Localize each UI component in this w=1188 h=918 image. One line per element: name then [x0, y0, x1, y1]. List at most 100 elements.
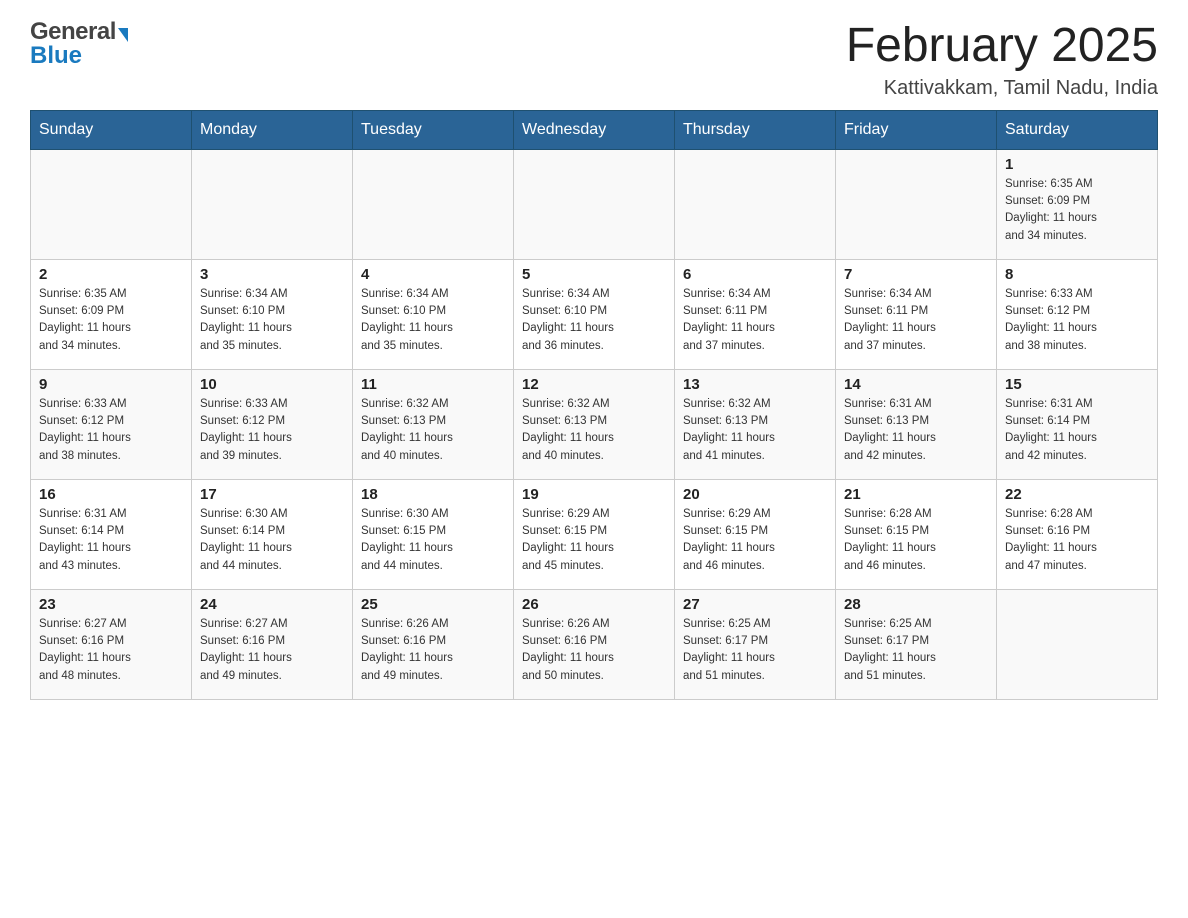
day-cell: 24 Sunrise: 6:27 AMSunset: 6:16 PMDayligh… — [192, 589, 353, 699]
day-number: 25 — [361, 596, 505, 613]
day-cell: 10 Sunrise: 6:33 AMSunset: 6:12 PMDayligh… — [192, 369, 353, 479]
day-info: Sunrise: 6:34 AMSunset: 6:10 PMDaylight:… — [522, 286, 666, 355]
day-info: Sunrise: 6:32 AMSunset: 6:13 PMDaylight:… — [522, 396, 666, 465]
day-cell — [353, 149, 514, 259]
day-cell: 17Sunrise: 6:30 AMSunset: 6:14 PMDayligh… — [192, 479, 353, 589]
day-info: Sunrise: 6:26 AMSunset: 6:16 PMDaylight:… — [522, 616, 666, 685]
day-info: Sunrise: 6:34 AMSunset: 6:10 PMDaylight:… — [361, 286, 505, 355]
day-cell: 25 Sunrise: 6:26 AMSunset: 6:16 PMDayligh… — [353, 589, 514, 699]
day-cell: 8 Sunrise: 6:33 AMSunset: 6:12 PMDaylight… — [997, 259, 1158, 369]
day-info: Sunrise: 6:34 AMSunset: 6:11 PMDaylight:… — [844, 286, 988, 355]
day-cell — [31, 149, 192, 259]
day-info: Sunrise: 6:29 AMSunset: 6:15 PMDaylight:… — [683, 506, 827, 575]
day-number: 27 — [683, 596, 827, 613]
week-row-5: 23 Sunrise: 6:27 AMSunset: 6:16 PMDayligh… — [31, 589, 1158, 699]
weekday-header-saturday: Saturday — [997, 110, 1158, 149]
day-cell: 15Sunrise: 6:31 AMSunset: 6:14 PMDayligh… — [997, 369, 1158, 479]
day-cell: 11Sunrise: 6:32 AMSunset: 6:13 PMDayligh… — [353, 369, 514, 479]
day-number: 15 — [1005, 376, 1149, 393]
day-info: Sunrise: 6:29 AMSunset: 6:15 PMDaylight:… — [522, 506, 666, 575]
day-info: Sunrise: 6:32 AMSunset: 6:13 PMDaylight:… — [683, 396, 827, 465]
weekday-header-friday: Friday — [836, 110, 997, 149]
day-info: Sunrise: 6:27 AMSunset: 6:16 PMDaylight:… — [200, 616, 344, 685]
day-cell: 18 Sunrise: 6:30 AMSunset: 6:15 PMDayligh… — [353, 479, 514, 589]
weekday-header-row: SundayMondayTuesdayWednesdayThursdayFrid… — [31, 110, 1158, 149]
logo-blue-text: Blue — [30, 44, 128, 68]
day-cell: 16 Sunrise: 6:31 AMSunset: 6:14 PMDayligh… — [31, 479, 192, 589]
day-number: 6 — [683, 266, 827, 283]
day-cell: 1 Sunrise: 6:35 AMSunset: 6:09 PMDaylight… — [997, 149, 1158, 259]
day-info: Sunrise: 6:28 AMSunset: 6:16 PMDaylight:… — [1005, 506, 1149, 575]
day-cell — [836, 149, 997, 259]
weekday-header-wednesday: Wednesday — [514, 110, 675, 149]
weekday-header-monday: Monday — [192, 110, 353, 149]
day-number: 4 — [361, 266, 505, 283]
day-number: 9 — [39, 376, 183, 393]
week-row-4: 16 Sunrise: 6:31 AMSunset: 6:14 PMDayligh… — [31, 479, 1158, 589]
day-info: Sunrise: 6:27 AMSunset: 6:16 PMDaylight:… — [39, 616, 183, 685]
day-cell: 26 Sunrise: 6:26 AMSunset: 6:16 PMDayligh… — [514, 589, 675, 699]
day-number: 14 — [844, 376, 988, 393]
day-cell: 22 Sunrise: 6:28 AMSunset: 6:16 PMDayligh… — [997, 479, 1158, 589]
calendar-subtitle: Kattivakkam, Tamil Nadu, India — [846, 77, 1158, 100]
day-info: Sunrise: 6:28 AMSunset: 6:15 PMDaylight:… — [844, 506, 988, 575]
day-info: Sunrise: 6:33 AMSunset: 6:12 PMDaylight:… — [39, 396, 183, 465]
day-cell: 23 Sunrise: 6:27 AMSunset: 6:16 PMDayligh… — [31, 589, 192, 699]
day-number: 3 — [200, 266, 344, 283]
day-cell: 12 Sunrise: 6:32 AMSunset: 6:13 PMDayligh… — [514, 369, 675, 479]
day-cell: 21 Sunrise: 6:28 AMSunset: 6:15 PMDayligh… — [836, 479, 997, 589]
calendar-table: SundayMondayTuesdayWednesdayThursdayFrid… — [30, 110, 1158, 700]
day-cell: 2 Sunrise: 6:35 AMSunset: 6:09 PMDaylight… — [31, 259, 192, 369]
day-cell: 3 Sunrise: 6:34 AMSunset: 6:10 PMDaylight… — [192, 259, 353, 369]
day-number: 16 — [39, 486, 183, 503]
day-number: 18 — [361, 486, 505, 503]
day-info: Sunrise: 6:34 AMSunset: 6:10 PMDaylight:… — [200, 286, 344, 355]
day-info: Sunrise: 6:31 AMSunset: 6:14 PMDaylight:… — [39, 506, 183, 575]
logo-general-text: General — [30, 20, 116, 44]
day-cell: 13 Sunrise: 6:32 AMSunset: 6:13 PMDayligh… — [675, 369, 836, 479]
day-number: 1 — [1005, 156, 1149, 173]
weekday-header-thursday: Thursday — [675, 110, 836, 149]
day-number: 23 — [39, 596, 183, 613]
day-number: 22 — [1005, 486, 1149, 503]
day-number: 12 — [522, 376, 666, 393]
day-number: 26 — [522, 596, 666, 613]
day-info: Sunrise: 6:35 AMSunset: 6:09 PMDaylight:… — [39, 286, 183, 355]
day-number: 19 — [522, 486, 666, 503]
weekday-header-tuesday: Tuesday — [353, 110, 514, 149]
day-info: Sunrise: 6:30 AMSunset: 6:15 PMDaylight:… — [361, 506, 505, 575]
day-number: 10 — [200, 376, 344, 393]
day-number: 7 — [844, 266, 988, 283]
week-row-1: 1 Sunrise: 6:35 AMSunset: 6:09 PMDaylight… — [31, 149, 1158, 259]
day-number: 21 — [844, 486, 988, 503]
day-cell — [514, 149, 675, 259]
day-info: Sunrise: 6:32 AMSunset: 6:13 PMDaylight:… — [361, 396, 505, 465]
logo: General Blue — [30, 20, 128, 68]
day-info: Sunrise: 6:33 AMSunset: 6:12 PMDaylight:… — [1005, 286, 1149, 355]
logo-arrow-icon — [118, 28, 128, 42]
day-info: Sunrise: 6:34 AMSunset: 6:11 PMDaylight:… — [683, 286, 827, 355]
day-number: 8 — [1005, 266, 1149, 283]
day-number: 2 — [39, 266, 183, 283]
day-cell: 5 Sunrise: 6:34 AMSunset: 6:10 PMDaylight… — [514, 259, 675, 369]
day-cell: 27 Sunrise: 6:25 AMSunset: 6:17 PMDayligh… — [675, 589, 836, 699]
weekday-header-sunday: Sunday — [31, 110, 192, 149]
day-number: 20 — [683, 486, 827, 503]
day-number: 28 — [844, 596, 988, 613]
day-number: 5 — [522, 266, 666, 283]
calendar-title: February 2025 — [846, 20, 1158, 73]
day-cell: 4 Sunrise: 6:34 AMSunset: 6:10 PMDaylight… — [353, 259, 514, 369]
day-cell — [997, 589, 1158, 699]
day-info: Sunrise: 6:25 AMSunset: 6:17 PMDaylight:… — [683, 616, 827, 685]
day-number: 13 — [683, 376, 827, 393]
day-info: Sunrise: 6:30 AMSunset: 6:14 PMDaylight:… — [200, 506, 344, 575]
day-info: Sunrise: 6:35 AMSunset: 6:09 PMDaylight:… — [1005, 176, 1149, 245]
day-cell: 28Sunrise: 6:25 AMSunset: 6:17 PMDayligh… — [836, 589, 997, 699]
day-cell: 6 Sunrise: 6:34 AMSunset: 6:11 PMDaylight… — [675, 259, 836, 369]
day-info: Sunrise: 6:26 AMSunset: 6:16 PMDaylight:… — [361, 616, 505, 685]
day-number: 24 — [200, 596, 344, 613]
week-row-3: 9 Sunrise: 6:33 AMSunset: 6:12 PMDaylight… — [31, 369, 1158, 479]
day-cell: 19 Sunrise: 6:29 AMSunset: 6:15 PMDayligh… — [514, 479, 675, 589]
day-cell — [675, 149, 836, 259]
day-info: Sunrise: 6:33 AMSunset: 6:12 PMDaylight:… — [200, 396, 344, 465]
